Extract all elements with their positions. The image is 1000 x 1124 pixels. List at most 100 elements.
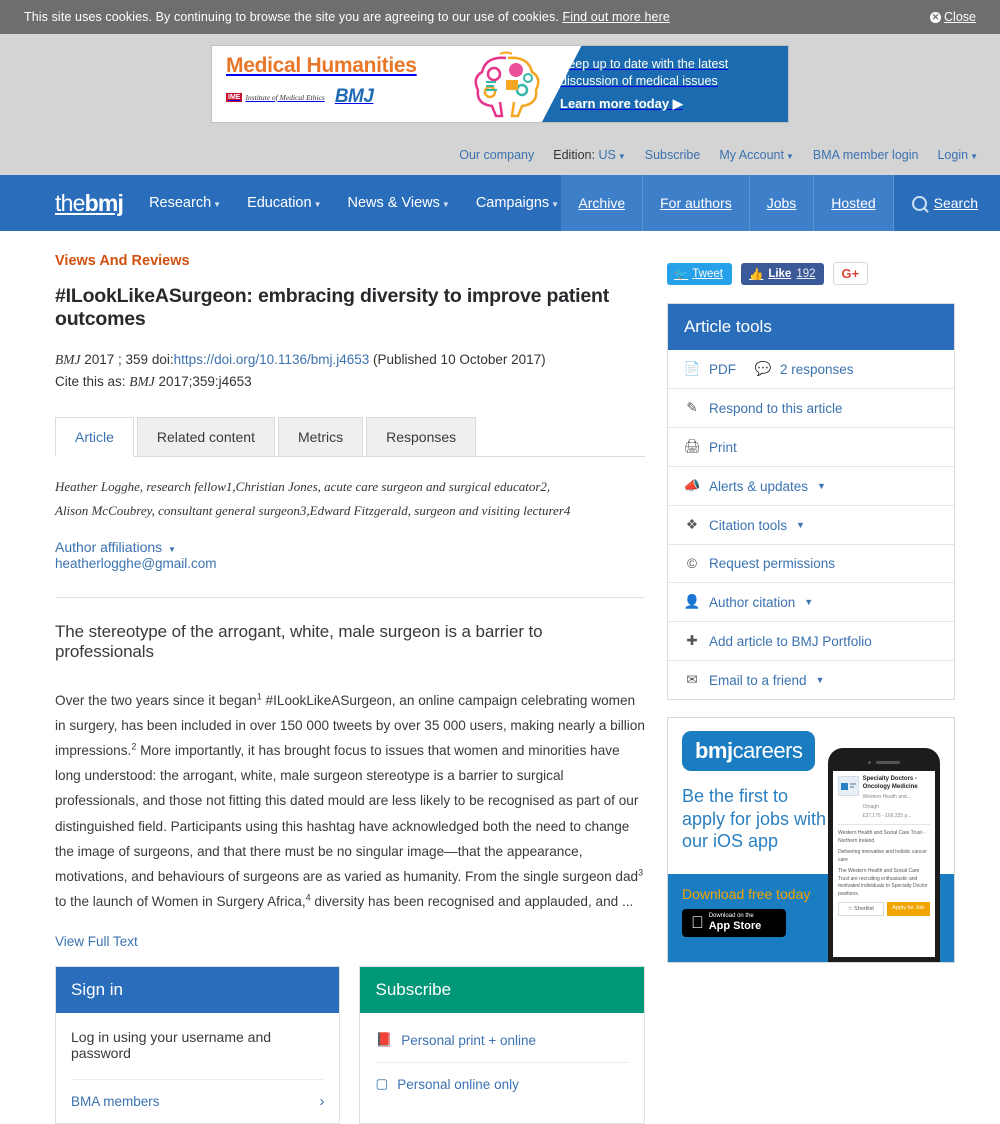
tool-email-label: Email to a friend	[708, 672, 807, 688]
chevron-down-icon: ▼	[785, 151, 794, 161]
job-description: The Western Health and Social Care Trust…	[838, 868, 928, 897]
tool-respond-to-article[interactable]: ✎ Respond to this article	[667, 389, 954, 428]
cite-prefix: Cite this as:	[55, 373, 126, 389]
ime-logo: IME Institute of Medical Ethics	[226, 92, 325, 102]
subscribe-online-only-label: Personal online only	[397, 1076, 519, 1092]
nav-our-company[interactable]: Our company	[459, 148, 534, 162]
signin-body: Log in using your username and password …	[56, 1013, 339, 1123]
tab-responses[interactable]: Responses	[366, 416, 477, 456]
chevron-right-icon: ›	[319, 1093, 325, 1111]
thebmj-logo[interactable]: thebmj	[55, 190, 124, 217]
chevron-down-icon: ▼	[817, 481, 826, 491]
nav-item-research-label: Research	[149, 195, 212, 211]
nav-item-campaigns[interactable]: Campaigns ▼	[476, 195, 559, 211]
tool-print-label: Print	[708, 439, 737, 455]
nav-item-for-authors[interactable]: For authors	[643, 175, 750, 231]
apple-logo-icon: 	[691, 914, 704, 931]
signin-subtext: Log in using your username and password	[71, 1029, 272, 1062]
tab-related-content[interactable]: Related content	[136, 416, 275, 456]
nav-item-jobs[interactable]: Jobs	[749, 175, 815, 231]
pdf-link[interactable]: PDF	[709, 362, 736, 377]
pdf-file-icon: 📄	[683, 361, 701, 376]
cookie-close-button[interactable]: ✕ Close	[930, 10, 976, 24]
subscribe-online-only[interactable]: ▢ Personal online only	[375, 1063, 628, 1106]
job-action-buttons: ☆ Shortlist Apply for Job	[838, 902, 930, 916]
login-label[interactable]: Login	[937, 148, 968, 162]
cookie-banner: This site uses cookies. By continuing to…	[0, 0, 1000, 34]
subscribe-print-online[interactable]: 📕 Personal print + online	[375, 1029, 629, 1064]
nav-subscribe[interactable]: Subscribe	[645, 148, 701, 162]
author-line-2: Alison McCoubrey, consultant general sur…	[55, 502, 571, 518]
cite-journal: BMJ	[129, 373, 155, 389]
appstore-big-label: App Store	[695, 919, 762, 932]
chevron-down-icon: ▼	[313, 200, 322, 209]
chevron-down-icon: ▼	[796, 520, 805, 530]
nav-login[interactable]: Login ▼	[937, 148, 978, 162]
tab-article[interactable]: Article	[55, 416, 134, 457]
tab-metrics[interactable]: Metrics	[277, 416, 364, 456]
social-share-buttons: 🐦 Tweet 👍 Like 192 G+	[666, 262, 955, 285]
tool-author-citation[interactable]: 👤 Author citation ▼	[667, 583, 954, 622]
doi-label: doi:	[151, 352, 174, 367]
apply-for-job-button[interactable]: Apply for Job	[886, 902, 930, 916]
shortlist-button[interactable]: ☆ Shortlist	[838, 902, 884, 916]
signin-bma-members[interactable]: BMA members ›	[71, 1079, 325, 1123]
phone-speaker	[833, 761, 935, 764]
tweet-button[interactable]: 🐦 Tweet	[666, 262, 732, 285]
job-tagline: Delivering innovative and holistic cance…	[838, 849, 927, 863]
ad-cta-button[interactable]: Learn more today ▶	[560, 96, 788, 112]
search-button[interactable]: Search	[893, 175, 1000, 231]
page-title: #ILookLikeASurgeon: embracing diversity …	[55, 285, 610, 330]
tool-add-to-portfolio[interactable]: ✚ Add article to BMJ Portfolio	[667, 622, 954, 661]
nav-item-news-views-label: News & Views	[347, 195, 440, 211]
cookie-more-link[interactable]: Find out more here	[562, 10, 669, 24]
like-count: 192	[796, 267, 816, 280]
google-plus-button[interactable]: G+	[832, 262, 869, 285]
tool-print[interactable]: 🖨 Print	[667, 428, 954, 467]
phone-mockup: Specialty Doctors - Oncology Medicine We…	[828, 748, 940, 962]
utility-nav: Our company Edition: US ▼ Subscribe My Ac…	[0, 134, 1000, 175]
shortlist-label: Shortlist	[854, 906, 874, 912]
signin-box: Sign in Log in using your username and p…	[55, 966, 341, 1124]
nav-item-education-label: Education	[247, 195, 312, 211]
cookie-text: This site uses cookies. By continuing to…	[24, 10, 670, 24]
author-affiliations-toggle[interactable]: Author affiliations ▼	[55, 539, 176, 555]
nav-item-archive[interactable]: Archive	[561, 175, 644, 231]
tool-request-permissions[interactable]: © Request permissions	[667, 545, 954, 583]
ad-message-line2: discussion of medical issues	[560, 73, 718, 88]
tool-email-friend[interactable]: ✉ Email to a friend ▼	[668, 661, 954, 699]
like-label: Like	[768, 267, 792, 280]
facebook-like-button[interactable]: 👍 Like 192	[740, 262, 824, 285]
tool-citation-tools[interactable]: ❖ Citation tools ▼	[667, 506, 954, 545]
corresponding-email[interactable]: heatherlogghe@gmail.com	[55, 556, 217, 571]
body-text-5: diversity has been recognised and applau…	[310, 893, 634, 909]
medical-humanities-ad[interactable]: Medical Humanities IME Institute of Medi…	[211, 45, 789, 123]
job-salary: £37,176 - £69,325 p...	[862, 813, 912, 819]
bmj-careers-ad[interactable]: bmjcareers Be the first to apply for job…	[666, 717, 955, 963]
author-list: Heather Logghe, research fellow1,Christi…	[55, 475, 645, 523]
nav-item-news-views[interactable]: News & Views ▼	[347, 195, 449, 211]
edition-selector[interactable]: Edition: US ▼	[553, 148, 625, 162]
my-account-label[interactable]: My Account	[719, 148, 784, 162]
appstore-small-label: Download on the	[695, 913, 754, 919]
signin-heading: Sign in	[56, 967, 340, 1014]
article-kicker[interactable]: Views And Reviews	[55, 253, 645, 269]
footnote-ref-3[interactable]: 3	[638, 867, 643, 877]
nav-item-hosted[interactable]: Hosted	[814, 175, 894, 231]
view-full-text-link[interactable]: View Full Text	[55, 934, 138, 949]
ad-left-panel: Medical Humanities IME Institute of Medi…	[212, 46, 542, 122]
nav-item-education[interactable]: Education ▼	[247, 195, 321, 211]
tool-alerts-updates[interactable]: 📣 Alerts & updates ▼	[667, 467, 954, 506]
body-text-4: to the launch of Women in Surgery Africa…	[55, 893, 306, 909]
responses-link[interactable]: 2 responses	[780, 362, 854, 377]
app-store-button[interactable]:  Download on theApp Store	[681, 909, 786, 937]
bmj-careers-logo: bmjcareers	[681, 731, 816, 771]
edition-value[interactable]: US	[598, 148, 615, 162]
doi-link[interactable]: https://doi.org/10.1136/bmj.j4653	[174, 352, 370, 367]
edit-icon: ✎	[686, 400, 698, 415]
cite-value: 2017;359:j4653	[158, 373, 252, 389]
nav-my-account[interactable]: My Account ▼	[719, 148, 794, 162]
nav-bma-member-login[interactable]: BMA member login	[813, 148, 919, 162]
nav-item-research[interactable]: Research ▼	[149, 195, 221, 211]
tool-row-pdf-responses: 📄 PDF 💬 2 responses	[667, 350, 954, 389]
